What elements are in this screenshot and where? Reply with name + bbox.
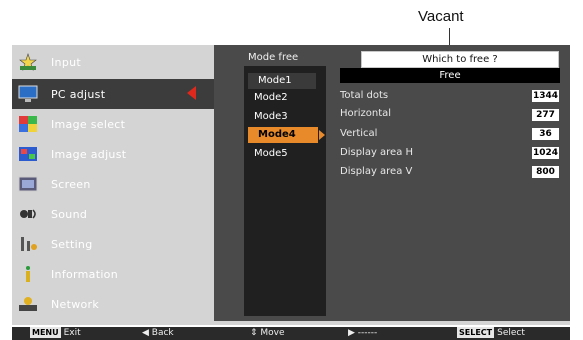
screen-icon <box>17 174 39 194</box>
menu-item-image-adjust[interactable]: Image adjust <box>12 139 214 169</box>
menu-item-label: Image adjust <box>51 147 127 161</box>
param-value-vertical: 36 <box>532 128 559 140</box>
pc-adjust-icon <box>17 84 39 104</box>
mode-list: Mode1 Mode2 Mode3 Mode4 Mode5 <box>244 66 326 316</box>
param-label-vertical: Vertical <box>340 128 378 139</box>
menu-item-pc-adjust[interactable]: PC adjust <box>12 79 214 109</box>
exit-hint-label: Exit <box>63 328 81 338</box>
information-icon <box>17 264 39 284</box>
menu-key-badge: MENU <box>30 327 61 338</box>
vacant-callout-label: Vacant <box>418 8 464 25</box>
mode-item-4[interactable]: Mode4 <box>248 127 325 143</box>
select-hint-label: Select <box>497 328 525 338</box>
menu-item-sound[interactable]: Sound <box>12 199 214 229</box>
next-hint: ▶ ------ <box>348 327 377 340</box>
image-adjust-icon <box>17 144 39 164</box>
param-label-display-area-v: Display area V <box>340 166 413 177</box>
move-arrows-icon: ⇕ <box>250 328 261 338</box>
menu-item-label: Setting <box>51 237 93 251</box>
mode-free-label: Mode free <box>248 52 299 63</box>
mode-item-4-label: Mode4 <box>258 129 296 140</box>
menu-item-label: Screen <box>51 177 91 191</box>
param-value-display-area-v: 800 <box>532 166 559 178</box>
param-label-total-dots: Total dots <box>340 90 389 101</box>
network-icon <box>17 294 39 314</box>
menu-item-label: Sound <box>51 207 88 221</box>
menu-item-screen[interactable]: Screen <box>12 169 214 199</box>
param-value-horizontal: 277 <box>532 109 559 121</box>
back-arrow-icon: ◀ <box>142 328 152 338</box>
menu-item-label: Information <box>51 267 118 281</box>
menu-item-label: Network <box>51 297 100 311</box>
next-arrow-icon: ▶ <box>348 328 358 338</box>
menu-item-network[interactable]: Network <box>12 289 214 319</box>
setting-icon <box>17 234 39 254</box>
menu-item-information[interactable]: Information <box>12 259 214 289</box>
menu-item-image-select[interactable]: Image select <box>12 109 214 139</box>
move-hint: ⇕ Move <box>250 327 285 340</box>
mode-item-1[interactable]: Mode1 <box>248 73 316 89</box>
main-menu: Input PC adjust Image select Image adjus… <box>12 45 214 321</box>
param-value-total-dots: 1344 <box>532 90 559 102</box>
menu-item-label: Input <box>51 55 81 69</box>
mode-item-5[interactable]: Mode5 <box>244 146 326 162</box>
selected-arrow-icon <box>187 86 196 100</box>
param-label-display-area-h: Display area H <box>340 147 414 158</box>
mode-item-3[interactable]: Mode3 <box>244 109 326 125</box>
sound-icon <box>17 204 39 224</box>
mode-free-question-box: Which to free ? <box>361 51 559 68</box>
mode-pointer-icon <box>319 130 325 140</box>
param-value-display-area-h: 1024 <box>532 147 559 159</box>
param-label-horizontal: Horizontal <box>340 108 392 119</box>
menu-item-label: Image select <box>51 117 126 131</box>
menu-item-label: PC adjust <box>51 87 106 101</box>
menu-item-input[interactable]: Input <box>12 47 214 77</box>
image-select-icon <box>17 114 39 134</box>
move-hint-label: Move <box>260 328 285 338</box>
back-hint-label: Back <box>151 328 174 338</box>
mode-item-2[interactable]: Mode2 <box>244 90 326 106</box>
select-hint: SELECT Select <box>457 327 525 340</box>
exit-hint: MENU Exit <box>30 327 81 340</box>
bottom-help-bar: MENU Exit ◀ Back ⇕ Move ▶ ------ SELECT Se… <box>12 327 570 340</box>
back-hint: ◀ Back <box>142 327 174 340</box>
input-icon <box>17 52 39 72</box>
menu-item-setting[interactable]: Setting <box>12 229 214 259</box>
free-header: Free <box>340 68 560 83</box>
next-hint-label: ------ <box>357 328 378 338</box>
select-key-badge: SELECT <box>457 327 495 338</box>
